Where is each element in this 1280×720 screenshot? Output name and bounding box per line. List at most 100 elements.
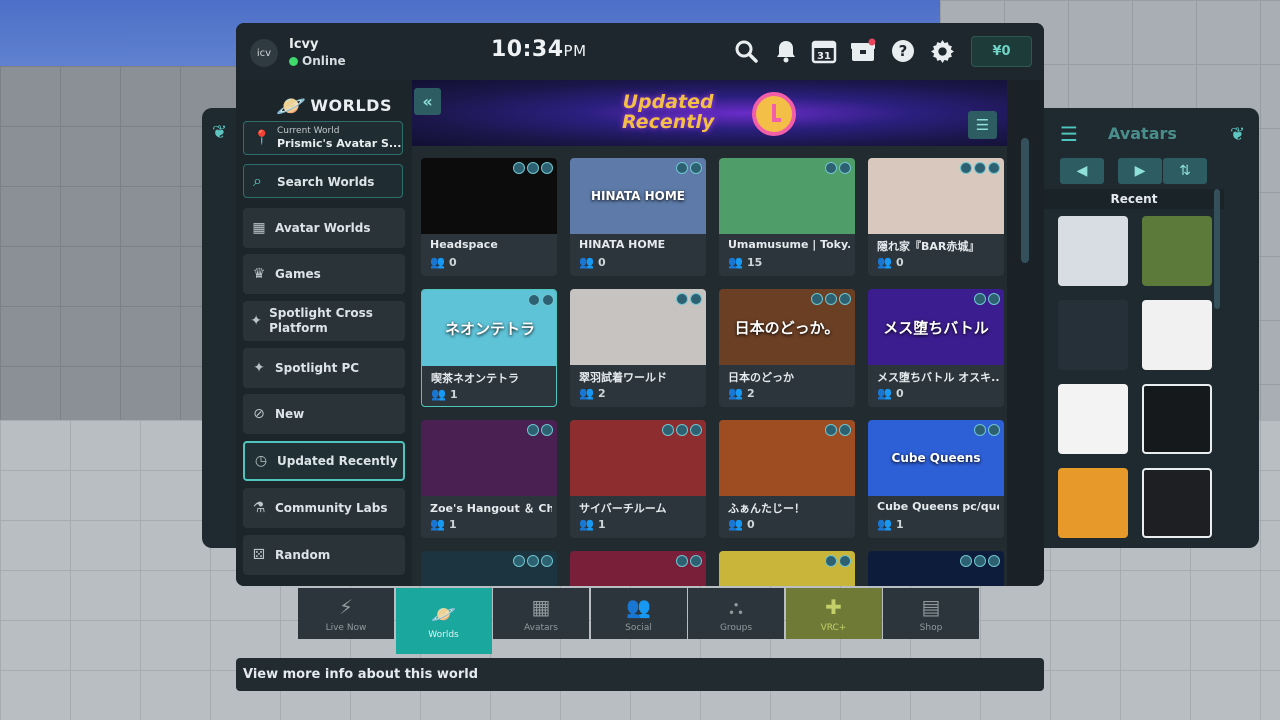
player-count-value: 2	[597, 387, 606, 400]
collapse-sidebar-button[interactable]: «	[414, 88, 441, 115]
world-player-count: 👥 1	[430, 517, 457, 531]
world-card[interactable]: 日本のどっか。 日本のどっか 👥 2	[719, 289, 855, 407]
sidebar-item-label: Avatar Worlds	[275, 220, 371, 235]
new-icon: ⊘	[253, 406, 265, 422]
avatar-tile[interactable]	[1058, 300, 1128, 370]
calendar-icon[interactable]: 31	[811, 38, 837, 64]
nav-tab-label: VRC+	[820, 622, 847, 633]
quick-menu-panel: icv Icvy Online 10:34PM 31 ? ¥0 🪐 WORLDS …	[236, 23, 1044, 586]
sidebar-item-label: Random	[275, 547, 331, 562]
platform-icon	[974, 424, 986, 436]
menu-icon[interactable]: ☰	[1060, 122, 1078, 146]
world-card[interactable]	[570, 551, 706, 586]
book-icon: ▦	[252, 220, 266, 236]
avatar-tile[interactable]	[1058, 216, 1128, 286]
sidebar-item-games[interactable]: ♛ Games	[243, 254, 405, 294]
credits-button[interactable]: ¥0	[971, 36, 1032, 67]
world-card[interactable]: Zoe's Hangout ＆ Chill 👥1	[421, 420, 557, 538]
search-icon[interactable]	[733, 38, 759, 64]
platform-icon	[528, 294, 540, 306]
nav-tab-worlds[interactable]: 🪐 Worlds	[395, 588, 492, 654]
sidebar-title-text: WORLDS	[310, 96, 392, 115]
gear-icon[interactable]	[929, 38, 955, 64]
user-avatar[interactable]: icv	[250, 39, 278, 67]
platform-icon	[974, 162, 986, 174]
avatar-tile[interactable]	[1058, 384, 1128, 454]
world-player-count: 👥 1	[579, 517, 606, 531]
nav-tab-label: Live Now	[325, 622, 367, 633]
world-thumbnail: ネオンテトラ	[422, 290, 556, 366]
double-chevron-left-icon: «	[422, 92, 433, 111]
sidebar-item-updated-recently[interactable]: ◷ Updated Recently	[243, 441, 405, 481]
bell-icon[interactable]	[773, 38, 799, 64]
world-card[interactable]: Cube Queens Cube Queens pc/ques... 👥1	[868, 420, 1004, 538]
platform-icon	[513, 162, 525, 174]
world-card[interactable]: HINATA HOME HINATA HOME 👥 0	[570, 158, 706, 276]
groups-icon: ⛬	[729, 594, 743, 619]
world-card[interactable]: 隠れ家『BAR赤城』 👥 0	[868, 158, 1004, 276]
sidebar-item-new[interactable]: ⊘ New	[243, 394, 405, 434]
current-world-button[interactable]: 📍 Current World Prismic's Avatar S...	[243, 121, 403, 155]
search-worlds-button[interactable]: ⌕ Search Worlds	[243, 164, 403, 198]
world-card[interactable]	[421, 551, 557, 586]
avatars-scrollbar[interactable]	[1214, 189, 1220, 309]
list-view-button[interactable]: ☰	[968, 111, 997, 139]
platform-icon	[988, 555, 1000, 567]
platform-icon	[690, 424, 702, 436]
world-card[interactable]: Umamusume | Toky... 👥 15	[719, 158, 855, 276]
avatar-tile[interactable]	[1142, 468, 1212, 538]
nav-tab-avatars[interactable]: ▦ Avatars	[493, 588, 589, 639]
content-scrollbar[interactable]	[1021, 138, 1029, 263]
world-thumbnail	[719, 158, 855, 234]
nav-tab-live-now[interactable]: ⚡ Live Now	[298, 588, 394, 639]
inventory-icon[interactable]	[850, 38, 876, 64]
help-icon[interactable]: ?	[890, 38, 916, 64]
avatar-tile[interactable]	[1142, 384, 1212, 454]
sidebar-item-avatar-worlds[interactable]: ▦ Avatar Worlds	[243, 208, 405, 248]
nav-tab-social[interactable]: 👥 Social	[590, 588, 687, 639]
avatars-sort-button[interactable]: ⇅	[1163, 158, 1207, 184]
sidebar-item-spotlight-cross-platform[interactable]: ✦ Spotlight Cross Platform	[243, 301, 405, 341]
people-icon: 👥	[579, 517, 594, 531]
platform-icon	[811, 293, 823, 305]
avatars-next-button[interactable]: ▶	[1118, 158, 1162, 184]
people-icon: 👥	[728, 517, 743, 531]
world-card[interactable]: サイバーチルーム 👥 1	[570, 420, 706, 538]
platform-icons	[513, 162, 553, 174]
world-card[interactable]	[868, 551, 1004, 586]
sidebar-item-label: Spotlight PC	[275, 360, 360, 375]
worlds-sidebar: 🪐 WORLDS 📍 Current World Prismic's Avatar…	[236, 80, 412, 586]
platform-icon	[690, 162, 702, 174]
world-card[interactable]	[719, 551, 855, 586]
avatar-tile[interactable]	[1058, 468, 1128, 538]
platform-icons	[513, 555, 553, 567]
world-card[interactable]: ふぁんたじー！ 👥 0	[719, 420, 855, 538]
platform-icon	[676, 424, 688, 436]
people-icon: 👥	[728, 386, 743, 400]
top-bar: icv Icvy Online 10:34PM 31 ? ¥0	[236, 23, 1044, 80]
sidebar-item-random[interactable]: ⚄ Random	[243, 535, 405, 575]
banner-title-line1: Updated	[622, 91, 714, 113]
category-banner: Updated Recently	[412, 80, 1007, 146]
nav-tab-vrc-[interactable]: ✚ VRC+	[785, 588, 882, 639]
sidebar-item-spotlight-pc[interactable]: ✦ Spotlight PC	[243, 348, 405, 388]
people-icon: 👥	[877, 255, 892, 269]
world-card[interactable]: ネオンテトラ 喫茶ネオンテトラ 👥 1	[421, 289, 557, 407]
current-world-value: Prismic's Avatar S...	[277, 137, 401, 150]
avatar-tile[interactable]	[1142, 216, 1212, 286]
people-icon: 👥	[877, 517, 892, 531]
world-thumbnail	[868, 158, 1004, 234]
online-dot	[289, 57, 298, 66]
sidebar-item-label: New	[275, 406, 305, 421]
avatars-prev-button[interactable]: ◀	[1060, 158, 1104, 184]
world-card[interactable]: メス堕ちバトル メス堕ちバトル オスキ... 👥 0	[868, 289, 1004, 407]
world-thumbnail	[719, 551, 855, 586]
world-card[interactable]: 翠羽試着ワールド 👥 2	[570, 289, 706, 407]
platform-icon	[527, 162, 539, 174]
nav-tab-groups[interactable]: ⛬ Groups	[688, 588, 784, 639]
nav-tab-shop[interactable]: ▤ Shop	[883, 588, 979, 639]
world-card[interactable]: Headspace 👥 0	[421, 158, 557, 276]
avatar-tile[interactable]	[1142, 300, 1212, 370]
sidebar-item-community-labs[interactable]: ⚗ Community Labs	[243, 488, 405, 528]
planet-icon: 🪐	[431, 602, 456, 626]
